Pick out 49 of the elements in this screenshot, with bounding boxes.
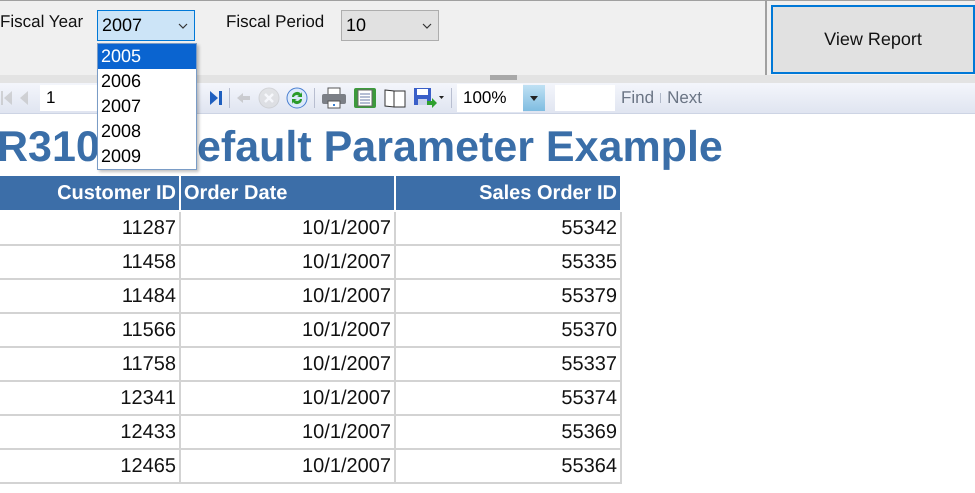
table-cell: 55337 xyxy=(395,347,621,381)
table-cell: 10/1/2007 xyxy=(180,449,395,483)
column-header: Order Date xyxy=(180,176,395,211)
table-cell: 11458 xyxy=(0,245,180,279)
table-cell: 10/1/2007 xyxy=(180,279,395,313)
parameter-dropdown[interactable]: 10 xyxy=(341,10,439,41)
report-title: R310 xyxy=(0,123,100,172)
find-field[interactable] xyxy=(555,85,615,111)
save-icon[interactable] xyxy=(413,87,445,109)
table-cell: 10/1/2007 xyxy=(180,245,395,279)
table-cell: 11484 xyxy=(0,279,180,313)
last-page-icon[interactable] xyxy=(209,89,223,107)
table-cell: 55342 xyxy=(395,211,621,245)
table-cell: 10/1/2007 xyxy=(180,211,395,245)
chevron-icon xyxy=(422,22,432,28)
report-title: efault Parameter Example xyxy=(197,123,723,172)
refresh-icon[interactable] xyxy=(286,87,308,109)
dropdown-option[interactable]: 2006 xyxy=(98,69,196,94)
table-cell: 55335 xyxy=(395,245,621,279)
table-cell: 55364 xyxy=(395,449,621,483)
table-cell: 11758 xyxy=(0,347,180,381)
parameter-label: Fiscal Year xyxy=(0,11,84,32)
view-report-button[interactable]: View Report xyxy=(771,5,975,74)
table-cell: 11287 xyxy=(0,211,180,245)
table-cell: 10/1/2007 xyxy=(180,381,395,415)
caret-icon xyxy=(530,96,538,100)
page-layout-icon[interactable] xyxy=(353,87,377,109)
column-header: Customer ID xyxy=(0,176,180,211)
table-cell: 11566 xyxy=(0,313,180,347)
dropdown-option[interactable]: 2009 xyxy=(98,144,196,169)
table-cell: 55379 xyxy=(395,279,621,313)
parameter-label: Fiscal Period xyxy=(226,11,326,32)
table-cell: 55370 xyxy=(395,313,621,347)
table-cell: 10/1/2007 xyxy=(180,313,395,347)
table-cell: 10/1/2007 xyxy=(180,347,395,381)
page-setup-icon[interactable] xyxy=(383,87,407,109)
table-cell: 12433 xyxy=(0,415,180,449)
dropdown-option[interactable]: 2007 xyxy=(98,94,196,119)
dropdown-option[interactable]: 2005 xyxy=(98,44,196,69)
dropdown-option[interactable]: 2008 xyxy=(98,119,196,144)
column-header: Sales Order ID xyxy=(395,176,621,211)
table-cell: 12341 xyxy=(0,381,180,415)
printer-icon[interactable] xyxy=(321,87,347,109)
table-cell: 10/1/2007 xyxy=(180,415,395,449)
table-cell: 55374 xyxy=(395,381,621,415)
splitter-handle[interactable] xyxy=(490,75,517,80)
chevron-icon xyxy=(178,22,188,28)
table-cell: 12465 xyxy=(0,449,180,483)
table-cell: 55369 xyxy=(395,415,621,449)
